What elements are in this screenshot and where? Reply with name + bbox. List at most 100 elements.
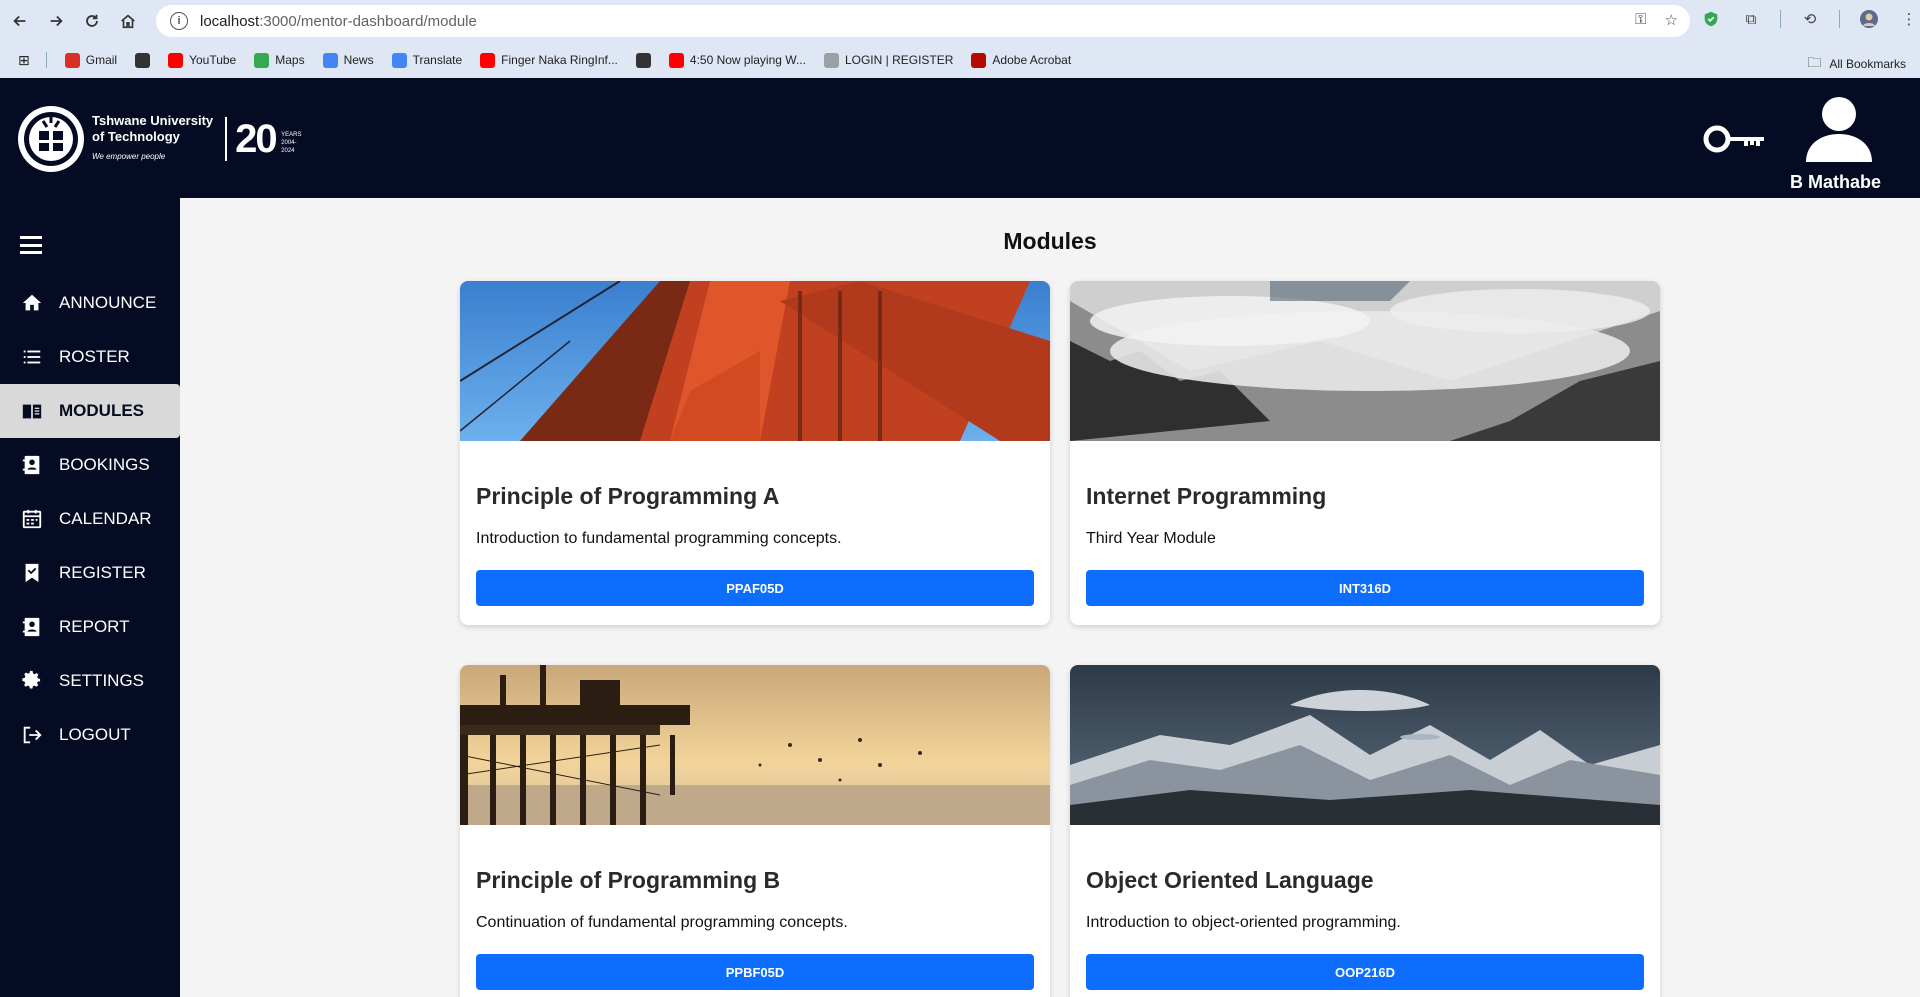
modules-grid: Principle of Programming A Introduction t… <box>460 281 1660 997</box>
bookmark-item[interactable]: Finger Naka RingInf... <box>480 52 618 68</box>
forward-icon[interactable] <box>40 5 72 37</box>
module-code-button[interactable]: OOP216D <box>1086 954 1644 990</box>
address-bar[interactable]: i localhost:3000/mentor-dashboard/module… <box>156 5 1690 37</box>
logout-icon <box>20 723 44 747</box>
key-icon[interactable] <box>1702 120 1768 158</box>
sidebar-item-label: ANNOUNCE <box>59 293 157 312</box>
profile-avatar-icon[interactable] <box>1858 8 1880 30</box>
gmail-icon <box>64 52 80 68</box>
youtube-icon <box>480 52 496 68</box>
news-icon <box>322 52 338 68</box>
report-icon <box>20 615 44 639</box>
sidebar-item-roster[interactable]: ROSTER <box>0 330 180 384</box>
module-card: Principle of Programming A Introduction t… <box>460 281 1050 625</box>
youtube-icon <box>168 52 184 68</box>
bookmark-item[interactable] <box>135 52 151 68</box>
bookmark-item[interactable]: YouTube <box>168 52 237 68</box>
user-name: B Mathabe <box>1790 172 1882 192</box>
menu-kebab-icon[interactable]: ⋮ <box>1898 8 1920 30</box>
module-title: Internet Programming <box>1086 483 1327 509</box>
pier-sunset-image <box>460 665 1050 825</box>
hamburger-menu-icon[interactable] <box>20 236 42 254</box>
history-icon[interactable]: ⟲ <box>1799 8 1821 30</box>
bookmark-label: YouTube <box>189 53 237 67</box>
sidebar-item-label: ROSTER <box>59 347 130 366</box>
gear-icon <box>20 669 44 693</box>
module-code-button[interactable]: PPBF05D <box>476 954 1034 990</box>
reload-icon[interactable] <box>76 5 108 37</box>
anniversary-mark: 20 YEARS 2004-2024 <box>235 116 301 162</box>
contact-book-icon <box>20 453 44 477</box>
bookmark-label: Translate <box>412 53 463 67</box>
toolbar-divider <box>1780 10 1781 28</box>
logo-tagline: We empower people <box>92 152 166 161</box>
star-bookmark-icon[interactable]: ☆ <box>1665 11 1678 29</box>
sidebar-item-label: BOOKINGS <box>59 455 150 474</box>
bookmarks-bar: ⊞ Gmail YouTube Maps News Translate Finger Na… <box>0 42 1920 78</box>
maps-icon <box>254 52 270 68</box>
url-host: localhost <box>200 12 260 30</box>
page-icon <box>823 52 839 68</box>
globe-icon <box>635 52 651 68</box>
sidebar-item-calendar[interactable]: CALENDAR <box>0 492 180 546</box>
sidebar-item-announce[interactable]: ANNOUNCE <box>0 276 180 330</box>
main-content: Modules Principle of Programming A Introd… <box>180 198 1920 997</box>
anniversary-number: 20 <box>235 116 277 161</box>
all-bookmarks[interactable]: 🗀 All Bookmarks <box>1807 52 1906 76</box>
bookmark-item[interactable]: Maps <box>254 52 305 68</box>
university-seal-icon <box>18 106 84 172</box>
sidebar-item-logout[interactable]: LOGOUT <box>0 708 180 762</box>
toolbar-divider <box>1839 10 1840 28</box>
extensions-puzzle-icon[interactable]: ⧉ <box>1740 8 1762 30</box>
bookmark-label: Finger Naka RingInf... <box>501 53 618 67</box>
misty-mountains-image <box>1070 281 1660 441</box>
university-logo[interactable]: Tshwane University of Technology We empo… <box>18 106 301 172</box>
sidebar-item-register[interactable]: REGISTER <box>0 546 180 600</box>
module-title: Object Oriented Language <box>1086 867 1374 893</box>
back-icon[interactable] <box>4 5 36 37</box>
bookmark-item[interactable]: Translate <box>391 52 463 68</box>
module-card: Principle of Programming B Continuation o… <box>460 665 1050 997</box>
shield-extension-icon[interactable] <box>1700 8 1722 30</box>
site-info-icon[interactable]: i <box>170 12 188 30</box>
bookmark-label: News <box>343 53 374 67</box>
sidebar-item-modules[interactable]: MODULES <box>0 384 180 438</box>
sidebar-item-label: MODULES <box>59 401 144 420</box>
module-title: Principle of Programming A <box>476 483 780 509</box>
url-path: :3000/mentor-dashboard/module <box>259 12 477 30</box>
logo-divider <box>225 117 228 161</box>
user-avatar-icon[interactable] <box>1804 94 1874 164</box>
bookmark-label: Maps <box>275 53 305 67</box>
sidebar: ANNOUNCE ROSTER MODULES BOOKINGS CALENDAR REG… <box>0 198 180 997</box>
sidebar-item-bookings[interactable]: BOOKINGS <box>0 438 180 492</box>
bookmark-item[interactable]: LOGIN | REGISTER <box>823 52 954 68</box>
bookmark-item[interactable]: News <box>322 52 374 68</box>
bookmark-item[interactable]: Gmail <box>64 52 118 68</box>
sidebar-menu: ANNOUNCE ROSTER MODULES BOOKINGS CALENDAR REG… <box>0 276 180 762</box>
sidebar-item-label: REGISTER <box>59 563 146 582</box>
sidebar-item-label: REPORT <box>59 617 130 636</box>
module-description: Third Year Module <box>1086 530 1216 547</box>
module-description: Introduction to fundamental programming … <box>476 530 842 547</box>
sidebar-item-settings[interactable]: SETTINGS <box>0 654 180 708</box>
browser-toolbar: i localhost:3000/mentor-dashboard/module… <box>0 0 1920 42</box>
list-icon <box>20 345 44 369</box>
module-code-button[interactable]: INT316D <box>1086 570 1644 606</box>
bookmark-label: Adobe Acrobat <box>992 53 1072 67</box>
sidebar-item-report[interactable]: REPORT <box>0 600 180 654</box>
bookmark-item[interactable]: Adobe Acrobat <box>971 52 1072 68</box>
bookmark-item[interactable] <box>635 52 651 68</box>
bookmark-label: LOGIN | REGISTER <box>844 53 954 67</box>
book-icon <box>20 399 44 423</box>
youtube-icon <box>668 52 684 68</box>
anniversary-range: 2004-2024 <box>281 139 297 154</box>
module-code-button[interactable]: PPAF05D <box>476 570 1034 606</box>
app-header: Tshwane University of Technology We empo… <box>0 78 1920 198</box>
password-key-icon[interactable]: ⚿ <box>1635 11 1646 29</box>
home-browser-icon[interactable] <box>112 5 144 37</box>
apps-grid-icon[interactable]: ⊞ <box>18 52 30 69</box>
module-card: Object Oriented Language Introduction to … <box>1070 665 1660 997</box>
bookmark-item[interactable]: 4:50 Now playing W... <box>668 52 806 68</box>
home-icon <box>20 291 44 315</box>
bookmark-label: Gmail <box>85 53 118 67</box>
